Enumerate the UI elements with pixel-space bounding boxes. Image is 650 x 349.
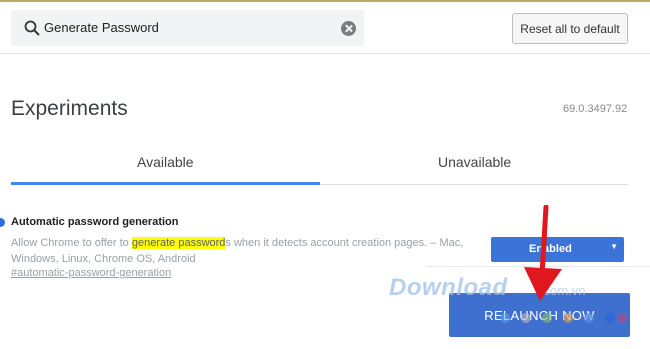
version-label: 69.0.3497.92	[563, 103, 628, 115]
active-tab-indicator	[11, 182, 320, 185]
search-box[interactable]: Generate Password	[11, 10, 364, 46]
search-input[interactable]: Generate Password	[44, 20, 159, 35]
clear-search-icon[interactable]	[341, 21, 356, 36]
experiment-title: Automatic password generation	[11, 216, 179, 228]
reset-all-button[interactable]: Reset all to default	[512, 13, 628, 44]
search-match-highlight: generate password	[131, 237, 226, 249]
search-icon	[24, 20, 40, 36]
watermark-text: Download	[389, 274, 508, 301]
description-text: Allow Chrome to offer to	[11, 237, 132, 249]
experiment-marker	[0, 218, 5, 227]
red-arrow-annotation-icon	[524, 205, 562, 301]
tab-unavailable[interactable]: Unavailable	[438, 154, 511, 170]
experiment-anchor-link[interactable]: #automatic-password-generation	[11, 267, 171, 279]
search-header: Generate Password Reset all to default	[0, 2, 650, 54]
watermark-dots-icon	[500, 313, 627, 323]
experiment-description: Allow Chrome to offer to generate passwo…	[11, 235, 486, 267]
caret-down-icon: ▼	[610, 242, 618, 251]
page-title: Experiments	[11, 97, 128, 120]
tab-available[interactable]: Available	[137, 154, 194, 170]
